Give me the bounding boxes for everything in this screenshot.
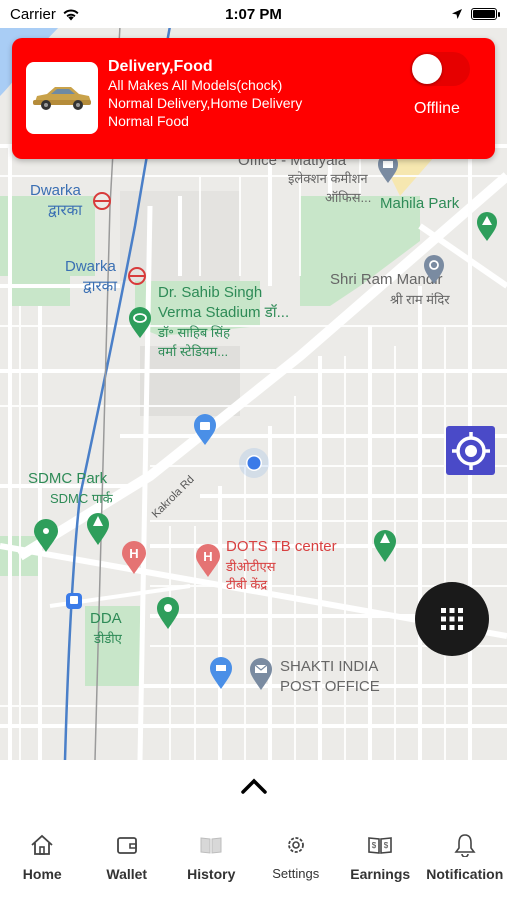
wallet-icon bbox=[116, 832, 138, 858]
tab-wallet[interactable]: Wallet bbox=[85, 812, 170, 900]
map-label-stadium-3: डॉ॰ साहिब सिंह bbox=[158, 325, 230, 340]
tab-label-history: History bbox=[187, 866, 236, 882]
wifi-icon bbox=[63, 8, 79, 20]
vehicle-model: All Makes All Models(chock) bbox=[108, 77, 283, 93]
car-icon bbox=[33, 87, 91, 110]
tab-earnings[interactable]: $ $ Earnings bbox=[338, 812, 423, 900]
food-type: Normal Food bbox=[108, 113, 189, 129]
tab-settings[interactable]: Settings bbox=[254, 812, 339, 900]
status-bar: Carrier 1:07 PM bbox=[0, 0, 507, 28]
park-pin-icon bbox=[87, 513, 109, 545]
tab-notification[interactable]: Notification bbox=[423, 812, 507, 900]
post-office-pin-icon bbox=[250, 658, 272, 690]
map-label-sdmc-park-hi: SDMC पार्क bbox=[50, 491, 113, 506]
map-label-post-2: POST OFFICE bbox=[280, 678, 380, 695]
map-label-dots: DOTS TB center bbox=[226, 538, 337, 555]
map-label-dots-hi-2: टीबी केंद्र bbox=[226, 577, 268, 592]
stadium-pin-icon bbox=[129, 307, 151, 338]
current-location-dot bbox=[239, 448, 269, 478]
tab-history[interactable]: History bbox=[169, 812, 254, 900]
metro-station-icon bbox=[93, 192, 111, 210]
tab-label-earnings: Earnings bbox=[350, 866, 411, 882]
tab-label-home: Home bbox=[22, 866, 62, 882]
grid-menu-icon bbox=[441, 608, 463, 630]
battery-fill bbox=[473, 10, 495, 18]
svg-text:$: $ bbox=[384, 841, 389, 850]
map-label-mahila-park: Mahila Park bbox=[380, 195, 460, 212]
service-details: Delivery,Food All Makes All Models(chock… bbox=[108, 57, 302, 130]
menu-fab-button[interactable] bbox=[415, 582, 489, 656]
map-label-sdmc-park: SDMC Park bbox=[28, 470, 108, 487]
tab-bar: Home Wallet History Settings $ $ Earnings bbox=[0, 812, 507, 900]
status-time: 1:07 PM bbox=[225, 5, 282, 23]
svg-text:$: $ bbox=[372, 841, 377, 850]
tab-label-notification: Notification bbox=[426, 866, 504, 882]
shopping-pin-icon bbox=[194, 414, 216, 445]
map-label-post-1: SHAKTI INDIA bbox=[280, 658, 379, 675]
map-label-dda: DDA bbox=[90, 610, 122, 627]
map-label-dots-hi-1: डीओटीएस bbox=[226, 559, 276, 574]
vehicle-thumbnail bbox=[26, 62, 98, 134]
metro-station-icon bbox=[128, 267, 146, 285]
map-label-stadium-1: Dr. Sahib Singh bbox=[158, 284, 263, 301]
map-label-ram-mandir-hi: श्री राम मंदिर bbox=[390, 292, 450, 307]
map-label-dda-hi: डीडीए bbox=[94, 631, 122, 646]
hospital-pin-icon: H bbox=[122, 541, 146, 574]
tab-label-wallet: Wallet bbox=[106, 866, 148, 882]
place-pin-icon bbox=[157, 597, 179, 629]
park-pin-icon bbox=[374, 530, 396, 562]
map-label-election-1: इलेक्शन कमीशन bbox=[288, 171, 368, 186]
earnings-icon: $ $ bbox=[367, 832, 393, 858]
locate-crosshair-icon bbox=[451, 431, 490, 470]
locate-button[interactable] bbox=[446, 426, 495, 475]
map-label-stadium-4: वर्मा स्टेडियम... bbox=[158, 344, 229, 359]
carrier-label: Carrier bbox=[10, 5, 56, 23]
delivery-types: Normal Delivery,Home Delivery bbox=[108, 95, 303, 111]
status-left: Carrier bbox=[10, 6, 80, 23]
park-pin-icon bbox=[477, 212, 497, 241]
toggle-knob bbox=[412, 54, 442, 84]
gear-icon bbox=[285, 832, 307, 858]
online-toggle[interactable] bbox=[410, 52, 470, 86]
location-arrow-icon bbox=[452, 9, 462, 19]
book-icon bbox=[199, 832, 223, 858]
tab-home[interactable]: Home bbox=[0, 812, 85, 900]
map-label-dwarka-2: Dwarka bbox=[65, 258, 116, 275]
bottom-sheet-handle[interactable] bbox=[0, 760, 507, 812]
map-label-dwarka-1-hi: द्वारका bbox=[48, 202, 83, 219]
bell-icon bbox=[454, 832, 476, 858]
cart-pin-icon bbox=[210, 657, 232, 689]
battery-icon bbox=[471, 8, 500, 20]
availability-label: Offline bbox=[414, 100, 460, 117]
map-label-dwarka-1: Dwarka bbox=[30, 182, 81, 199]
hospital-pin-icon: H bbox=[196, 544, 220, 577]
chevron-up-icon bbox=[240, 778, 267, 794]
tab-label-settings: Settings bbox=[272, 866, 320, 881]
svg-text:H: H bbox=[129, 546, 138, 561]
driver-status-card: Delivery,Food All Makes All Models(chock… bbox=[12, 38, 495, 159]
svg-text:H: H bbox=[203, 549, 212, 564]
bus-stop-icon bbox=[66, 593, 82, 609]
home-icon bbox=[30, 832, 54, 858]
screen: Carrier 1:07 PM Office - Matiyala इलेक्श… bbox=[0, 0, 507, 900]
map-label-stadium-2: Verma Stadium डॉ... bbox=[158, 304, 290, 321]
status-right bbox=[451, 8, 500, 20]
garden-pin-icon bbox=[34, 519, 58, 552]
map-label-election-2: ऑफिस... bbox=[325, 190, 372, 205]
service-title: Delivery,Food bbox=[108, 58, 213, 75]
temple-pin-icon bbox=[424, 255, 444, 284]
map-label-dwarka-2-hi: द्वारका bbox=[83, 278, 118, 295]
